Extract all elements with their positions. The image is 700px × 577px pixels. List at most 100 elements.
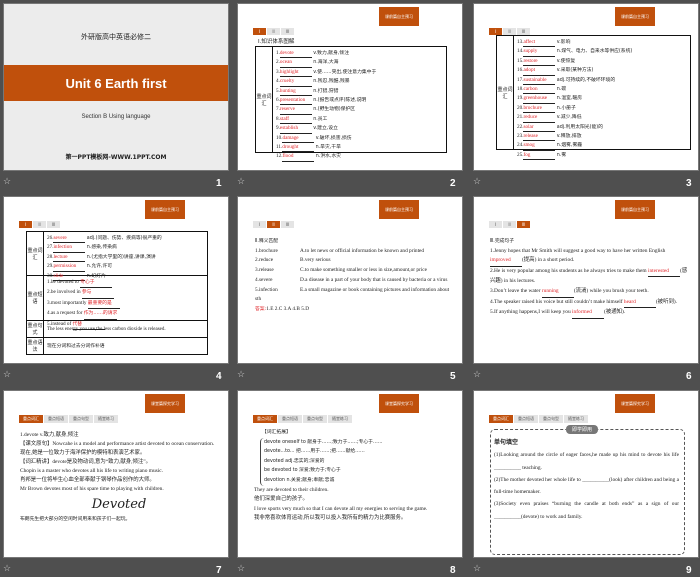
- slide-number: 7: [216, 565, 222, 576]
- sentence-item: 1.Jenny hopes that Mr Smith will suggest…: [490, 247, 688, 267]
- nav-tab: II: [503, 221, 516, 228]
- slide-heading: Ⅰ.知识体系图解: [258, 39, 295, 45]
- section-tag: 课前篇自主预习: [615, 7, 655, 26]
- text-line: 我非常喜欢体育运动,所以我可以投入我所有的精力为比赛服务。: [254, 515, 407, 522]
- vocab-row: 12.flood n.洪水,水灾: [276, 152, 376, 162]
- slide-thumbnail-2[interactable]: 课前篇自主预习 I II III Ⅰ.知识体系图解 重点词汇 1.devote v.致…: [237, 3, 463, 171]
- slide-thumbnail-6[interactable]: 课前篇自主预习 I II III Ⅲ.完成句子 1.Jenny hopes that …: [473, 196, 699, 364]
- text-line: Mr Brown devotes most of his spare time …: [20, 486, 164, 492]
- summary-table: 重点词汇 26.severe adj.(问题、伤势、疾病等)很严重的 27.infe…: [26, 231, 208, 355]
- text-line: Chopin is a master who devotes all his l…: [20, 468, 163, 474]
- phrase-row: 4.as a request for 作为……的请求: [47, 309, 120, 320]
- nav-tab: I: [19, 221, 32, 228]
- exercise-item[interactable]: (3)Society even praises “burning the can…: [494, 498, 679, 523]
- exercise-item[interactable]: (2)The mother devoted her whole life to …: [494, 474, 679, 499]
- nav-tabs: I II III: [489, 221, 531, 228]
- vocab-row: 15.restore v.使恢复: [517, 57, 632, 67]
- transition-star-icon: ☆: [237, 369, 246, 379]
- slide-thumbnail-7[interactable]: 课堂篇探究学习 重点词汇 重点短语 重点句型 随堂练习 1.devote v.致力,献身…: [3, 390, 229, 558]
- slide-thumbnail-8[interactable]: 课堂篇探究学习 重点词汇 重点短语 重点句型 随堂练习【词汇拓展】 devote on…: [237, 390, 463, 558]
- vocab-row: 13.affect v.影响: [517, 38, 632, 48]
- sentence-item: 5.If anything happens,I will keep you in…: [490, 308, 688, 319]
- expansion-item: devotion n.关爱;献身;奉献;忠诚: [264, 477, 335, 483]
- vocab-row: 14.supply n.煤气、电力、自来水等供应(系统): [517, 47, 632, 57]
- vocab-row: 9.establish v.建立,设立: [276, 124, 376, 134]
- vocab-table: 重点词汇 1.devote v.致力,献身,倾注 2.ocean n.海洋,大海 3…: [255, 46, 447, 162]
- table-side-label: 重点词汇: [497, 36, 514, 149]
- section-tag: 课堂篇探究学习: [379, 394, 419, 413]
- vocab-row: 3.highlight v.使……突出,使注意力集中于: [276, 68, 376, 78]
- vocab-row: 20.brochure n.小册子: [517, 104, 632, 114]
- unit-title: Unit 6 Earth first: [4, 65, 228, 101]
- text-line: 布朗先生把大部分的空闲时间用来和孩子们一起玩。: [20, 517, 131, 522]
- vocab-row: 22.solar adj.利用太阳光(能)的: [517, 123, 632, 133]
- section-tag: 课堂篇探究学习: [615, 394, 655, 413]
- table-side-label: 重点词汇: [27, 232, 44, 275]
- vocab-row: 17.sustainable adj.可持续的,不破坏环境的: [517, 76, 632, 86]
- nav-tab: III: [47, 221, 60, 228]
- slide-number: 8: [450, 565, 456, 576]
- vocab-row: 25.fog n.雾: [517, 151, 632, 161]
- slide-number: 4: [216, 371, 222, 382]
- slide-number: 2: [450, 178, 456, 189]
- script-devoted: Devoted: [91, 497, 147, 512]
- match-item: 2.reduce B.very serious: [255, 257, 331, 264]
- transition-star-icon: ☆: [3, 176, 12, 186]
- nav-tabs: I II III: [19, 221, 61, 228]
- vocab-row: 10.damage v.破坏,损害,损伤: [276, 134, 376, 144]
- table-side-label: 重点句式: [27, 321, 44, 337]
- vocab-row: 6.presentation n.(报告或点评)陈述,说明: [276, 96, 376, 106]
- vocab-row: 19.greenhouse n.温室,暖房: [517, 94, 632, 104]
- slide-thumbnail-3[interactable]: 课前篇自主预习 I II III 重点词汇 13.affect v.影响 14.sup…: [473, 3, 699, 171]
- vocab-row: 27.infection n.感染,传染病: [47, 243, 162, 253]
- slide-thumbnail-4[interactable]: 课前篇自主预习 I II III 重点词汇 26.severe adj.(问题、伤势、…: [3, 196, 229, 364]
- nav-tab: I: [489, 28, 502, 35]
- nav-tab: I: [253, 28, 266, 35]
- section-subtitle: Section B Using language: [81, 114, 151, 120]
- expansion-item: devote...to... 把……用于……;把……献给……: [264, 449, 365, 455]
- vocab-row: 24.smog n.烟雾,雾霾: [517, 141, 632, 151]
- nav-tab: II: [33, 221, 46, 228]
- transition-star-icon: ☆: [473, 563, 482, 573]
- vocab-row: 26.severe adj.(问题、伤势、疾病等)很严重的: [47, 234, 162, 244]
- vocab-row: 2.ocean n.海洋,大海: [276, 58, 376, 68]
- nav-tab: 随堂练习: [564, 415, 588, 423]
- slide-thumbnail-1[interactable]: 外研版高中英语必修二 Unit 6 Earth first Section B …: [3, 3, 229, 171]
- exercise-box: 即学即用 单句填空 (1)Looking around the circle o…: [490, 425, 685, 555]
- match-item: 1.brochure A.to let news or official info…: [255, 247, 425, 254]
- nav-tab: 重点句型: [69, 415, 93, 423]
- nav-tab: 重点词汇: [253, 415, 277, 423]
- exercise-item[interactable]: (1)Looking around the circle of eager fa…: [494, 449, 679, 474]
- nav-tab: 重点短语: [278, 415, 302, 423]
- expansion-item: be devoted to 深爱;致力于;专心于: [264, 468, 341, 474]
- slide-heading: 【词汇拓展】: [262, 430, 291, 435]
- transition-star-icon: ☆: [473, 369, 482, 379]
- nav-tabs: I II III: [253, 28, 295, 35]
- text-line: 现在,她是一位致力于海洋保护的模特和表演艺术家。: [20, 450, 146, 456]
- nav-tab: I: [489, 221, 502, 228]
- expansion-item: devote oneself to 献身于……;致力于……;专心于……: [264, 439, 383, 445]
- nav-tab: 重点短语: [44, 415, 68, 423]
- text-line: I love sports very much so that I can de…: [254, 505, 428, 512]
- vocab-row: 16.adopt v.采取(某种方法): [517, 66, 632, 76]
- phrase-row: 3.most importantly 最重要的是: [47, 299, 120, 310]
- phrase-row: 2.be involved in 参与: [47, 288, 120, 299]
- nav-tabs: 重点词汇 重点短语 重点句型 随堂练习: [19, 415, 119, 423]
- transition-star-icon: ☆: [237, 563, 246, 573]
- vocab-row: 8.staff n.员工: [276, 115, 376, 125]
- nav-tab: 重点词汇: [489, 415, 513, 423]
- slide-thumbnail-5[interactable]: 课前篇自主预习 I II III Ⅱ.释义匹配 1.brochure A.to let …: [237, 196, 463, 364]
- nav-tab: I: [253, 221, 266, 228]
- box-title: 即学即用: [566, 425, 599, 434]
- vocab-row: 1.devote v.致力,献身,倾注: [276, 49, 376, 59]
- nav-tabs: 重点词汇 重点短语 重点句型 随堂练习: [489, 415, 589, 423]
- nav-tab: 随堂练习: [328, 415, 352, 423]
- transition-star-icon: ☆: [3, 369, 12, 379]
- nav-tab: III: [517, 221, 530, 228]
- nav-tab: 重点句型: [303, 415, 327, 423]
- nav-tab: 随堂练习: [94, 415, 118, 423]
- slide-thumbnail-9[interactable]: 课堂篇探究学习 重点词汇 重点短语 重点句型 随堂练习 即学即用 单句填空 (1)Lo…: [473, 390, 699, 558]
- expansion-item: devoted adj.忠实的;深爱的: [264, 458, 325, 464]
- table-side-label: 重点语法: [27, 338, 44, 354]
- transition-star-icon: ☆: [237, 176, 246, 186]
